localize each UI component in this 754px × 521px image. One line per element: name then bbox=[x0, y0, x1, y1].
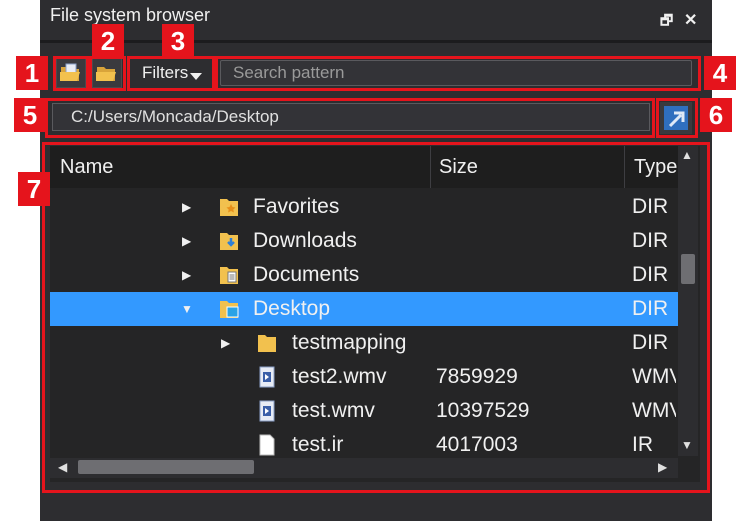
title-divider bbox=[40, 40, 712, 43]
annotation-badge-2: 2 bbox=[92, 24, 124, 58]
annotation-badge-7: 7 bbox=[18, 172, 50, 206]
annotation-badge-5: 5 bbox=[14, 98, 46, 132]
annotation-badge-6: 6 bbox=[700, 98, 732, 132]
highlight-box-1 bbox=[53, 56, 89, 91]
annotation-badge-3: 3 bbox=[162, 24, 194, 58]
window-title: File system browser bbox=[50, 5, 211, 25]
highlight-box-5 bbox=[45, 98, 655, 138]
title-bar: File system browser 🗗 ✕ bbox=[40, 0, 712, 40]
annotation-badge-4: 4 bbox=[704, 56, 736, 90]
highlight-box-7 bbox=[42, 142, 710, 493]
highlight-box-6 bbox=[656, 98, 698, 138]
highlight-box-3 bbox=[127, 56, 215, 91]
restore-icon[interactable]: 🗗 bbox=[660, 10, 673, 34]
highlight-box-4 bbox=[215, 56, 701, 91]
close-icon[interactable]: ✕ bbox=[684, 10, 697, 30]
annotation-badge-1: 1 bbox=[16, 56, 48, 90]
highlight-box-2 bbox=[89, 56, 126, 91]
